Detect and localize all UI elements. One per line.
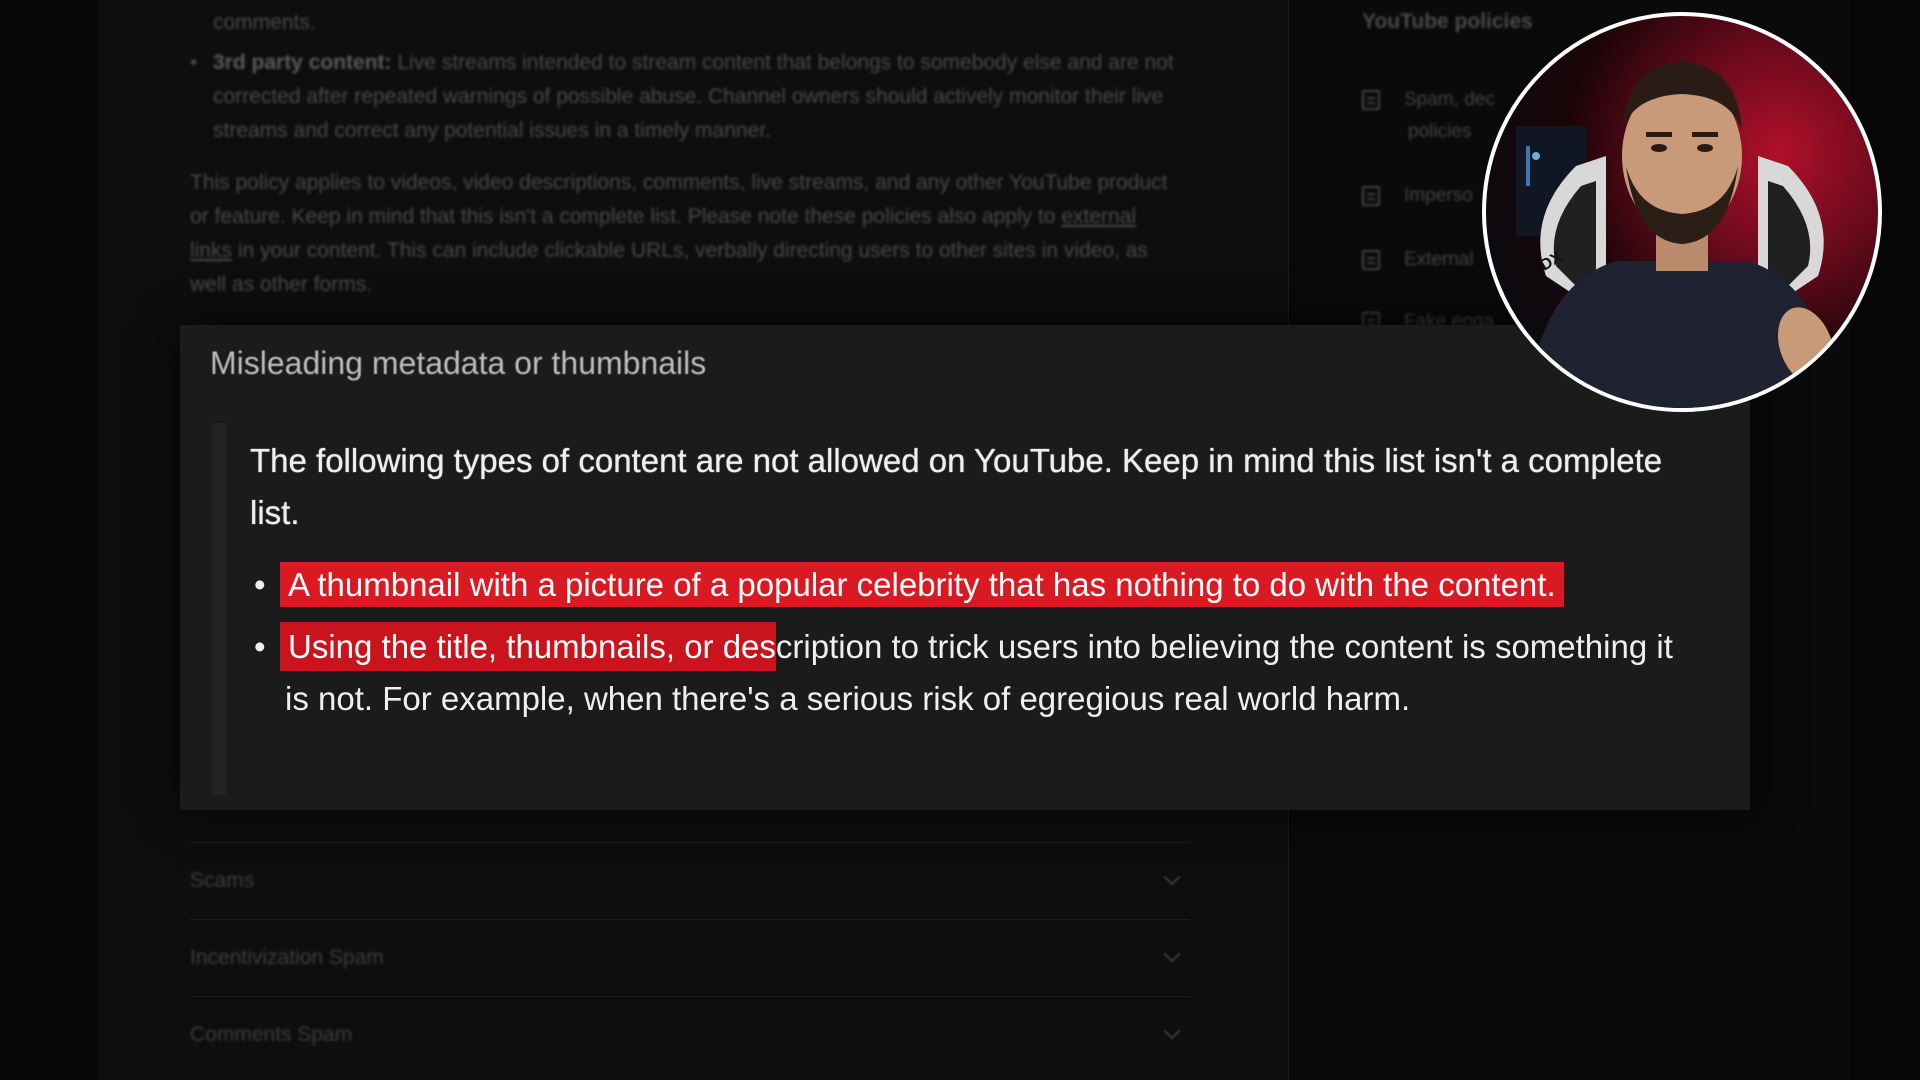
document-icon	[1362, 90, 1380, 110]
para-text-2: in your content. This can include clicka…	[190, 239, 1148, 296]
policy-accordion: Scams Incentivization Spam Comments Spam	[190, 842, 1190, 1073]
accordion-label: Incentivization Spam	[190, 946, 384, 969]
accordion-label: Scams	[190, 869, 255, 892]
accordion-row-incentivization-spam[interactable]: Incentivization Spam	[190, 919, 1190, 996]
highlighted-text: Using the title, thumbnails, or des	[280, 622, 776, 671]
video-frame: comments. • 3rd party content: Live stre…	[0, 0, 1920, 1080]
panel-intro: The following types of content are not a…	[250, 442, 1663, 531]
bullet-title: 3rd party content:	[213, 51, 392, 74]
accordion-row-scams[interactable]: Scams	[190, 842, 1190, 919]
accordion-label: Comments Spam	[190, 1023, 353, 1046]
bullet-dot: •	[190, 51, 198, 74]
doc-bullet-3rd-party: • 3rd party content: Live streams intend…	[190, 46, 1190, 148]
list-item: • A thumbnail with a picture of a popula…	[250, 559, 1680, 611]
accordion-row-comments-spam[interactable]: Comments Spam	[190, 996, 1190, 1073]
misleading-metadata-panel: Misleading metadata or thumbnails The fo…	[180, 325, 1750, 810]
document-icon	[1362, 250, 1380, 270]
not-allowed-list: • A thumbnail with a picture of a popula…	[250, 559, 1680, 735]
sidebar-item-external[interactable]: External	[1362, 244, 1474, 276]
chevron-down-icon[interactable]	[1163, 868, 1181, 886]
doc-policy-paragraph: This policy applies to videos, video des…	[190, 166, 1170, 302]
quote-bar	[212, 423, 226, 795]
para-text-1: This policy applies to videos, video des…	[190, 171, 1168, 228]
bullet-dot: •	[254, 566, 266, 603]
panel-heading: Misleading metadata or thumbnails	[210, 345, 707, 381]
presenter-image: DX	[1516, 61, 1838, 408]
chevron-down-icon[interactable]	[1163, 1022, 1181, 1040]
chevron-down-icon[interactable]	[1163, 945, 1181, 963]
sidebar-item-spam[interactable]: Spam, dec policies	[1362, 84, 1495, 148]
bullet-dot: •	[254, 628, 266, 665]
presenter-webcam: DX	[1482, 12, 1882, 412]
sidebar-title: YouTube policies	[1362, 10, 1533, 33]
highlighted-text: A thumbnail with a picture of a popular …	[280, 562, 1564, 607]
list-item: • Using the title, thumbnails, or descri…	[250, 621, 1680, 725]
doc-fragment: comments.	[213, 11, 316, 34]
sidebar-item-impersonation[interactable]: Imperso	[1362, 180, 1473, 212]
document-icon	[1362, 186, 1380, 206]
